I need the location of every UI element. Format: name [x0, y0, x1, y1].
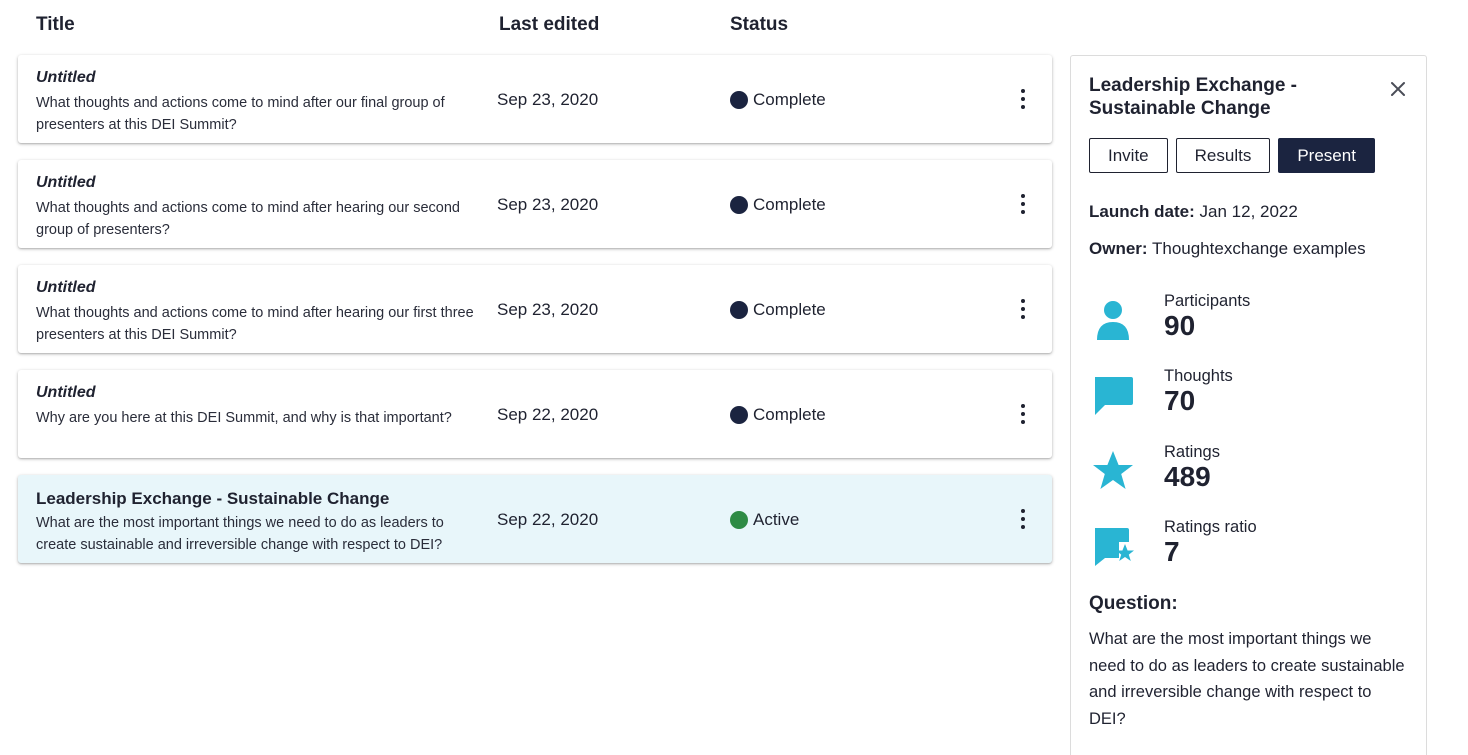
stat-label: Thoughts — [1164, 367, 1233, 385]
column-header-title[interactable]: Title — [36, 14, 75, 36]
status-dot-icon — [730, 511, 748, 529]
panel-title: Leadership Exchange - Sustainable Change — [1089, 75, 1298, 119]
launch-date-value: Jan 12, 2022 — [1199, 202, 1298, 221]
status-label: Complete — [753, 405, 826, 424]
more-options-icon[interactable] — [1013, 192, 1033, 216]
exchange-row[interactable]: Untitled What thoughts and actions come … — [18, 160, 1052, 248]
column-header-last-edited[interactable]: Last edited — [499, 14, 599, 36]
exchange-row[interactable]: Untitled What thoughts and actions come … — [18, 265, 1052, 353]
exchange-list: Untitled What thoughts and actions come … — [18, 55, 1052, 580]
exchange-details-panel: Leadership Exchange - Sustainable Change… — [1070, 55, 1427, 755]
exchange-status: Complete — [730, 405, 826, 425]
exchange-title: Untitled — [36, 279, 96, 296]
invite-button[interactable]: Invite — [1089, 138, 1168, 173]
present-button[interactable]: Present — [1278, 138, 1375, 173]
exchange-status: Active — [730, 510, 799, 530]
exchange-title: Untitled — [36, 174, 96, 191]
star-icon — [1093, 451, 1133, 489]
owner: Owner: Thoughtexchange examples — [1089, 239, 1366, 259]
more-options-icon[interactable] — [1013, 87, 1033, 111]
exchange-status: Complete — [730, 90, 826, 110]
stat-thoughts: Thoughts 70 — [1089, 367, 1409, 427]
stat-value: 90 — [1164, 310, 1196, 341]
more-options-icon[interactable] — [1013, 297, 1033, 321]
stat-value: 489 — [1164, 461, 1211, 492]
exchange-last-edited: Sep 23, 2020 — [497, 90, 599, 109]
stat-participants: Participants 90 — [1089, 292, 1409, 352]
panel-actions: Invite Results Present — [1089, 138, 1375, 173]
column-header-status[interactable]: Status — [730, 14, 788, 36]
exchange-row[interactable]: Untitled Why are you here at this DEI Su… — [18, 370, 1052, 458]
exchange-question: Why are you here at this DEI Summit, and… — [36, 410, 452, 426]
question-label: Question: — [1089, 593, 1178, 614]
status-label: Complete — [753, 90, 826, 109]
exchange-title: Untitled — [36, 69, 96, 86]
exchange-row[interactable]: Untitled What thoughts and actions come … — [18, 55, 1052, 143]
status-dot-icon — [730, 196, 748, 214]
owner-label: Owner: — [1089, 239, 1148, 258]
exchange-last-edited: Sep 22, 2020 — [497, 405, 599, 424]
status-label: Complete — [753, 195, 826, 214]
status-dot-icon — [730, 91, 748, 109]
results-button[interactable]: Results — [1175, 138, 1271, 173]
stat-value: 70 — [1164, 385, 1196, 416]
exchange-status: Complete — [730, 195, 826, 215]
launch-date: Launch date: Jan 12, 2022 — [1089, 202, 1298, 222]
person-icon — [1097, 301, 1129, 340]
bubble-star-icon — [1095, 528, 1134, 566]
owner-value: Thoughtexchange examples — [1151, 239, 1366, 258]
exchange-last-edited: Sep 23, 2020 — [497, 300, 599, 319]
speech-bubble-icon — [1095, 377, 1133, 415]
status-dot-icon — [730, 301, 748, 319]
more-options-icon[interactable] — [1013, 402, 1033, 426]
exchange-question: What thoughts and actions come to mind a… — [36, 200, 460, 238]
exchange-status: Complete — [730, 300, 826, 320]
stat-label: Ratings — [1164, 443, 1220, 461]
launch-date-label: Launch date: — [1089, 202, 1195, 221]
status-label: Active — [753, 510, 800, 529]
exchange-question: What are the most important things we ne… — [36, 515, 444, 553]
exchange-question: What thoughts and actions come to mind a… — [36, 305, 474, 343]
close-icon[interactable] — [1387, 78, 1409, 100]
more-options-icon[interactable] — [1013, 507, 1033, 531]
exchange-last-edited: Sep 23, 2020 — [497, 195, 599, 214]
stat-label: Ratings ratio — [1164, 518, 1257, 536]
exchange-title: Untitled — [36, 384, 96, 401]
stat-ratings-ratio: Ratings ratio 7 — [1089, 518, 1409, 578]
column-headers: Title Last edited Status — [0, 0, 1060, 50]
question-text: What are the most important things we ne… — [1089, 630, 1405, 728]
exchange-question: What thoughts and actions come to mind a… — [36, 95, 445, 133]
stat-ratings: Ratings 489 — [1089, 443, 1409, 503]
stat-label: Participants — [1164, 292, 1251, 310]
status-label: Complete — [753, 300, 826, 319]
exchange-title: Leadership Exchange - Sustainable Change — [36, 489, 390, 508]
stat-value: 7 — [1164, 536, 1180, 567]
exchange-last-edited: Sep 22, 2020 — [497, 510, 599, 529]
status-dot-icon — [730, 406, 748, 424]
exchange-row-selected[interactable]: Leadership Exchange - Sustainable Change… — [18, 475, 1052, 563]
